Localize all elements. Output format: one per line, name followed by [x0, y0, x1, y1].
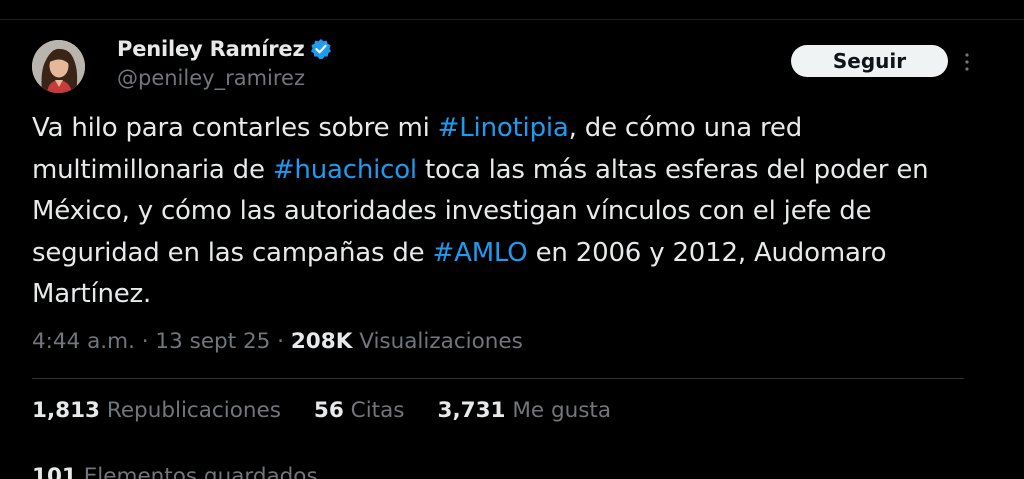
tweet-meta: 4:44 a.m. · 13 sept 25 · 208K Visualizac…: [32, 329, 523, 354]
quotes-count: 56: [313, 398, 344, 423]
reposts-label: Republicaciones: [100, 398, 281, 423]
reposts-count: 1,813: [32, 398, 101, 423]
quotes-label: Citas: [343, 398, 405, 423]
author-handle[interactable]: @peniley_ramirez: [117, 66, 305, 90]
tweet-time[interactable]: 4:44 a.m.: [32, 329, 135, 354]
likes-stat[interactable]: 3,731 Me gusta: [437, 398, 611, 423]
bookmarks-stat[interactable]: 101 Elementos guardados: [32, 464, 318, 479]
hashtag-link[interactable]: #Linotipia: [438, 113, 569, 143]
divider: [32, 378, 964, 379]
verified-badge-icon: [310, 38, 332, 60]
bookmarks-label: Elementos guardados: [76, 464, 318, 479]
tweet-date[interactable]: 13 sept 25: [155, 329, 270, 354]
meta-separator: ·: [270, 329, 291, 354]
author-name[interactable]: Peniley Ramírez: [117, 37, 305, 61]
hashtag-link[interactable]: #AMLO: [433, 238, 528, 268]
tweet-detail-page: Peniley Ramírez @peniley_ramirez Seguir …: [0, 0, 1024, 479]
likes-label: Me gusta: [505, 398, 612, 423]
top-divider: [0, 19, 1024, 20]
meta-separator: ·: [134, 329, 156, 354]
hashtag-link[interactable]: #huachicol: [273, 155, 417, 185]
more-options-icon[interactable]: [963, 52, 971, 72]
quotes-stat[interactable]: 56 Citas: [314, 398, 405, 423]
views-count: 208K: [290, 329, 353, 354]
tweet-text-segment: Va hilo para contarles sobre mi: [32, 113, 438, 143]
follow-button[interactable]: Seguir: [791, 45, 948, 77]
avatar[interactable]: [32, 40, 85, 93]
author-name-row[interactable]: Peniley Ramírez: [117, 34, 332, 64]
views-label: Visualizaciones: [352, 329, 523, 354]
tweet-text: Va hilo para contarles sobre mi #Linotip…: [32, 108, 982, 316]
reposts-stat[interactable]: 1,813 Republicaciones: [32, 398, 281, 423]
likes-count: 3,731: [437, 398, 506, 423]
bookmarks-count: 101: [32, 464, 77, 479]
engagement-stats: 1,813 Republicaciones 56 Citas 3,731 Me …: [32, 398, 644, 423]
